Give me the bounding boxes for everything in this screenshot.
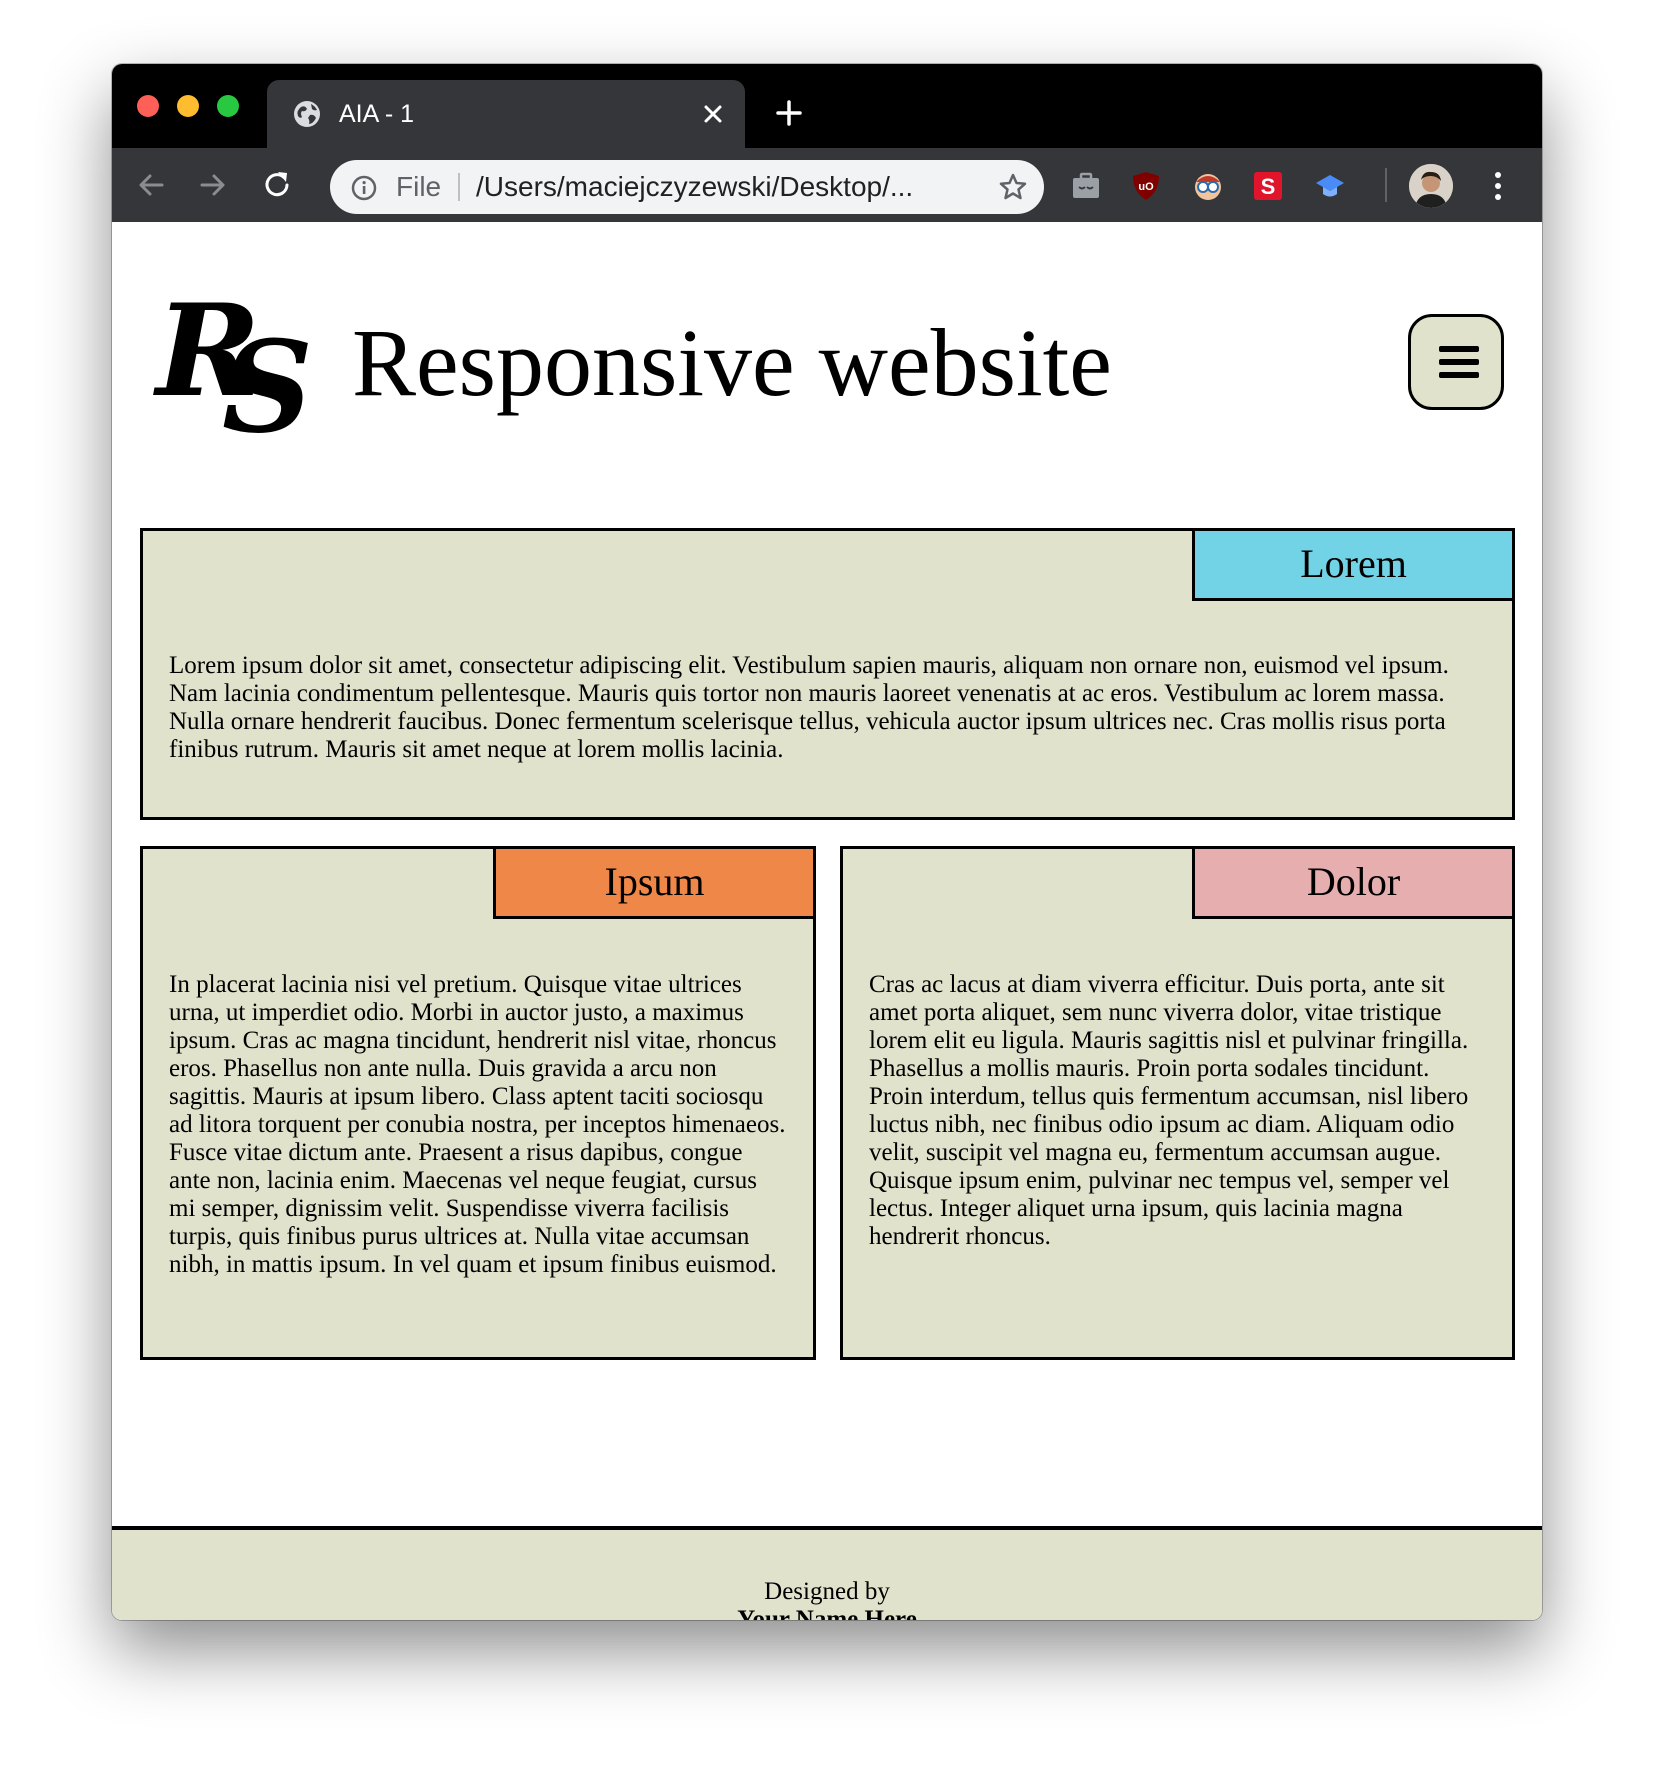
close-icon[interactable] [701,102,725,126]
hamburger-line [1439,372,1479,378]
hamburger-menu-button[interactable] [1408,314,1504,410]
card-label-dolor: Dolor [1192,846,1515,919]
toolbar-divider [1385,168,1387,202]
menu-dots-icon[interactable] [1493,170,1503,202]
card-text-ipsum: In placerat lacinia nisi vel pretium. Qu… [169,971,786,1278]
address-bar[interactable]: File /Users/maciejczyzewski/Desktop/... [330,160,1044,214]
card-ipsum: Ipsum In placerat lacinia nisi vel preti… [140,846,816,1360]
page-footer: Designed by Your Name Here [112,1526,1542,1620]
close-window-button[interactable] [137,95,159,117]
footer-author-name: Your Name Here [737,1606,917,1620]
tab-active[interactable]: AIA - 1 [267,80,745,148]
hamburger-menu-icon [1439,346,1479,352]
browser-toolbar: File /Users/maciejczyzewski/Desktop/... … [112,148,1542,222]
address-url[interactable]: /Users/maciejczyzewski/Desktop/... [476,160,913,214]
back-icon[interactable] [134,168,168,202]
address-divider [458,173,460,201]
extension-briefcase-icon[interactable] [1070,170,1102,202]
footer-designed-by: Designed by [764,1578,890,1605]
address-scheme: File [396,171,442,202]
star-icon[interactable] [998,172,1028,202]
tab-title: AIA - 1 [339,100,415,128]
svg-text:S: S [1261,174,1276,199]
ublock-icon[interactable]: uO [1130,170,1162,202]
new-tab-icon[interactable] [775,99,803,127]
footer-credit: Designed by Your Name Here [112,1578,1542,1620]
site-logo[interactable]: R S [152,277,317,461]
extension-s-icon[interactable]: S [1252,170,1284,202]
globe-icon [294,101,320,127]
extension-cap-icon[interactable] [1314,170,1346,202]
hamburger-line [1439,359,1479,365]
browser-window: AIA - 1 File /Users/maciejczyzewski/Desk… [112,64,1542,1620]
card-label-lorem: Lorem [1192,528,1515,601]
extension-glasses-icon[interactable] [1192,170,1224,202]
card-dolor: Dolor Cras ac lacus at diam viverra effi… [840,846,1515,1360]
minimize-window-button[interactable] [177,95,199,117]
card-text-dolor: Cras ac lacus at diam viverra efficitur.… [869,971,1469,1250]
card-text-lorem: Lorem ipsum dolor sit amet, consectetur … [169,652,1449,763]
card-lorem: Lorem Lorem ipsum dolor sit amet, consec… [140,528,1515,820]
info-icon[interactable] [350,174,378,202]
svg-text:uO: uO [1138,181,1154,193]
tab-bar: AIA - 1 [112,64,1542,148]
maximize-window-button[interactable] [217,95,239,117]
page-content: R S Responsive website Lorem Lorem ipsum… [112,222,1542,1620]
card-label-ipsum: Ipsum [493,846,816,919]
page-title: Responsive website [352,309,1112,416]
forward-icon[interactable] [196,168,230,202]
avatar-photo [1409,164,1453,208]
logo-letter-s: S [222,313,313,461]
profile-avatar[interactable] [1409,164,1453,208]
reload-icon[interactable] [260,168,294,202]
